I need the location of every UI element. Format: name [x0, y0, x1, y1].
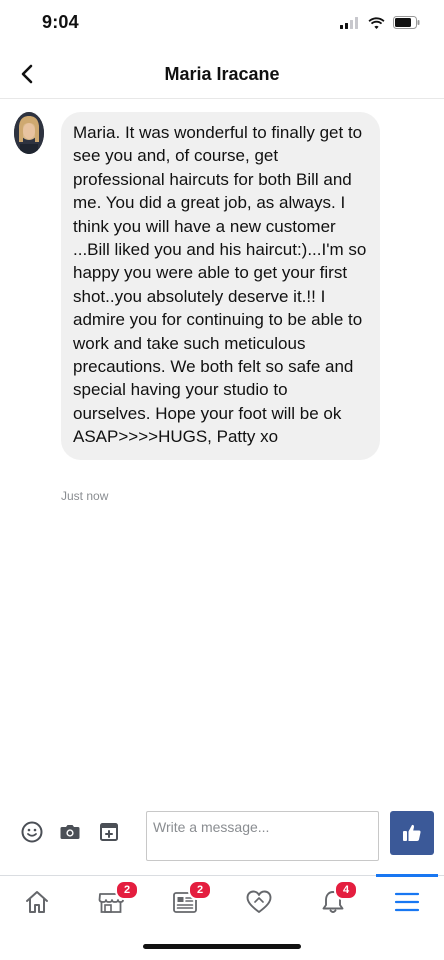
message-thread: Maria. It was wonderful to finally get t…	[0, 104, 444, 850]
menu-icon	[394, 892, 420, 912]
status-time: 9:04	[42, 12, 79, 32]
message-input[interactable]	[146, 811, 379, 861]
marketplace-badge: 2	[115, 880, 139, 900]
dating-heart-icon	[246, 890, 272, 913]
camera-icon	[60, 825, 80, 839]
home-icon	[26, 891, 48, 913]
battery-icon	[393, 16, 420, 29]
avatar[interactable]	[14, 112, 44, 154]
sticker-icon	[100, 823, 118, 841]
send-like-button[interactable]	[390, 811, 434, 855]
nav-dating[interactable]	[222, 876, 296, 928]
home-indicator[interactable]	[143, 944, 301, 949]
news-badge: 2	[188, 880, 212, 900]
message-composer	[0, 802, 444, 868]
wifi-icon	[368, 16, 385, 29]
camera-button[interactable]	[58, 820, 82, 844]
sticker-button[interactable]	[97, 820, 121, 844]
emoji-button[interactable]	[20, 820, 44, 844]
nav-news[interactable]: 2	[148, 876, 222, 928]
bottom-navigation: 2 2 4	[0, 874, 444, 928]
status-icons	[340, 16, 420, 29]
contact-name[interactable]: Maria Iracane	[0, 64, 444, 85]
nav-marketplace[interactable]: 2	[74, 876, 148, 928]
profile-photo	[14, 112, 44, 154]
notifications-badge: 4	[334, 880, 358, 900]
nav-notifications[interactable]: 4	[296, 876, 370, 928]
cellular-signal-icon	[340, 16, 358, 29]
status-bar: 9:04	[0, 0, 444, 48]
conversation-header: Maria Iracane	[0, 52, 444, 99]
nav-home[interactable]	[0, 876, 74, 928]
nav-menu[interactable]	[370, 874, 444, 928]
message-timestamp: Just now	[61, 489, 109, 503]
thumbs-up-icon	[403, 824, 421, 841]
emoji-icon	[21, 821, 43, 843]
message-bubble[interactable]: Maria. It was wonderful to finally get t…	[61, 112, 380, 460]
